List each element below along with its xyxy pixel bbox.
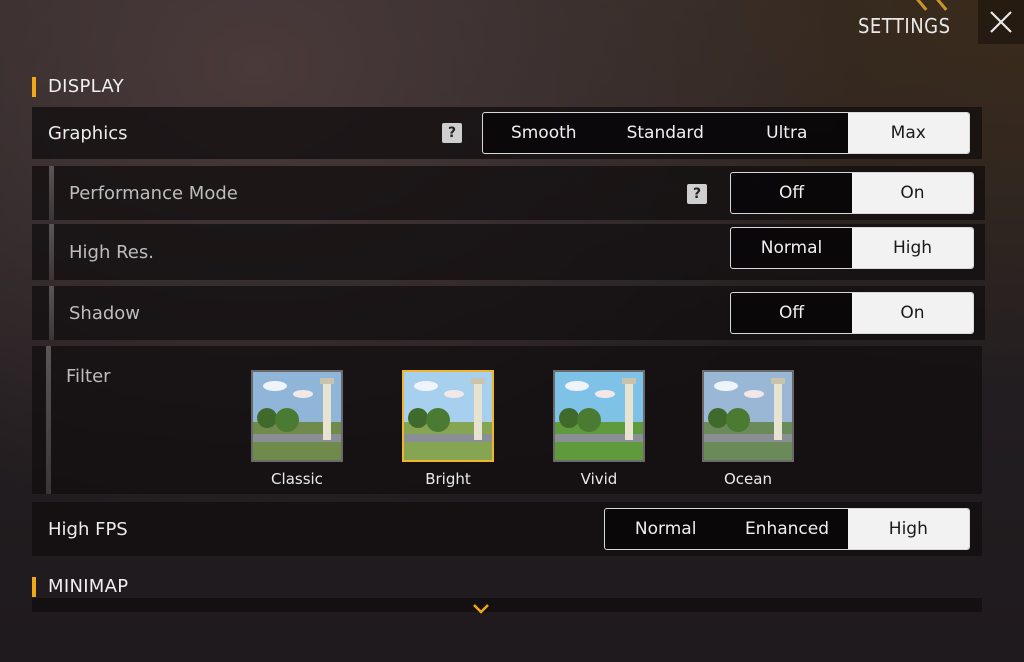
filter-preview-image	[553, 370, 645, 462]
graphics-option-ultra[interactable]: Ultra👍	[726, 113, 853, 153]
shadow-row: Shadow Off On	[32, 286, 985, 340]
high-fps-selector[interactable]: Normal Enhanced High	[604, 508, 970, 550]
section-accent-bar	[32, 576, 36, 597]
high-fps-option-enhanced[interactable]: Enhanced	[726, 509, 847, 549]
high-fps-option-label: Normal	[634, 519, 697, 539]
performance-mode-option-label: Off	[778, 183, 805, 203]
minimap-row-peek	[32, 598, 982, 612]
performance-mode-option-off[interactable]: Off	[731, 173, 852, 213]
performance-mode-toggle[interactable]: Off On	[730, 172, 974, 214]
filter-option-label: Ocean	[724, 470, 772, 488]
filter-preview-image	[702, 370, 794, 462]
graphics-option-label: Max	[890, 123, 926, 143]
high-res-row: High Res. Normal High	[32, 224, 985, 280]
filter-label: Filter	[66, 366, 111, 387]
filter-preview-image	[251, 370, 343, 462]
shadow-label: Shadow	[69, 302, 141, 324]
section-header-minimap: MINIMAP	[32, 576, 128, 597]
graphics-option-label: Smooth	[510, 123, 577, 143]
high-res-option-normal[interactable]: Normal	[731, 228, 852, 268]
high-res-option-label: High	[892, 238, 933, 258]
filter-option-label: Bright	[425, 470, 471, 488]
close-icon	[990, 11, 1012, 33]
high-res-option-label: Normal	[760, 238, 823, 258]
graphics-row: Graphics ? Smooth Standard Ultra👍 Max	[32, 107, 982, 159]
high-fps-option-high[interactable]: High	[847, 509, 969, 549]
high-res-toggle[interactable]: Normal High	[730, 227, 974, 269]
filter-option-ocean[interactable]: Ocean	[702, 370, 794, 488]
high-fps-option-normal[interactable]: Normal	[605, 509, 726, 549]
filter-row: Filter Classic Bright Vivid Ocean	[32, 346, 982, 494]
shadow-option-off[interactable]: Off	[731, 293, 852, 333]
high-fps-option-label: High	[888, 519, 928, 539]
graphics-label: Graphics	[48, 122, 128, 144]
graphics-option-standard[interactable]: Standard	[605, 113, 727, 153]
shadow-toggle[interactable]: Off On	[730, 292, 974, 334]
filter-preview-image	[402, 370, 494, 462]
graphics-option-label: Ultra	[766, 123, 808, 143]
page-title: SETTINGS	[858, 14, 951, 38]
chevron-down-icon[interactable]	[471, 602, 491, 616]
shadow-option-on[interactable]: On	[852, 293, 973, 333]
performance-mode-option-on[interactable]: On	[852, 173, 973, 213]
graphics-selector[interactable]: Smooth Standard Ultra👍 Max	[482, 112, 970, 154]
graphics-option-smooth[interactable]: Smooth	[483, 113, 605, 153]
shadow-option-label: Off	[778, 303, 805, 323]
graphics-option-label: Standard	[626, 123, 704, 143]
filter-option-vivid[interactable]: Vivid	[553, 370, 645, 488]
high-res-option-high[interactable]: High	[852, 228, 973, 268]
corner-stripes	[909, 0, 969, 11]
performance-mode-label: Performance Mode	[69, 182, 238, 204]
high-res-label: High Res.	[69, 241, 154, 263]
performance-mode-option-label: On	[900, 183, 925, 203]
filter-option-bright[interactable]: Bright	[402, 370, 494, 488]
shadow-option-label: On	[900, 303, 925, 323]
graphics-option-max[interactable]: Max	[847, 113, 969, 153]
performance-mode-row: Performance Mode ? Off On	[32, 166, 985, 220]
graphics-help-icon[interactable]: ?	[442, 123, 462, 143]
section-header-display: DISPLAY	[32, 76, 124, 97]
filter-option-classic[interactable]: Classic	[251, 370, 343, 488]
filter-option-label: Vivid	[580, 470, 618, 488]
section-title: MINIMAP	[48, 576, 129, 597]
section-title: DISPLAY	[48, 76, 124, 97]
high-fps-label: High FPS	[48, 518, 128, 540]
close-button[interactable]	[978, 0, 1024, 44]
filter-option-label: Classic	[271, 470, 323, 488]
high-fps-option-label: Enhanced	[744, 519, 830, 539]
performance-mode-help-icon[interactable]: ?	[687, 184, 707, 204]
section-accent-bar	[32, 76, 36, 97]
high-fps-row: High FPS Normal Enhanced High	[32, 502, 982, 556]
